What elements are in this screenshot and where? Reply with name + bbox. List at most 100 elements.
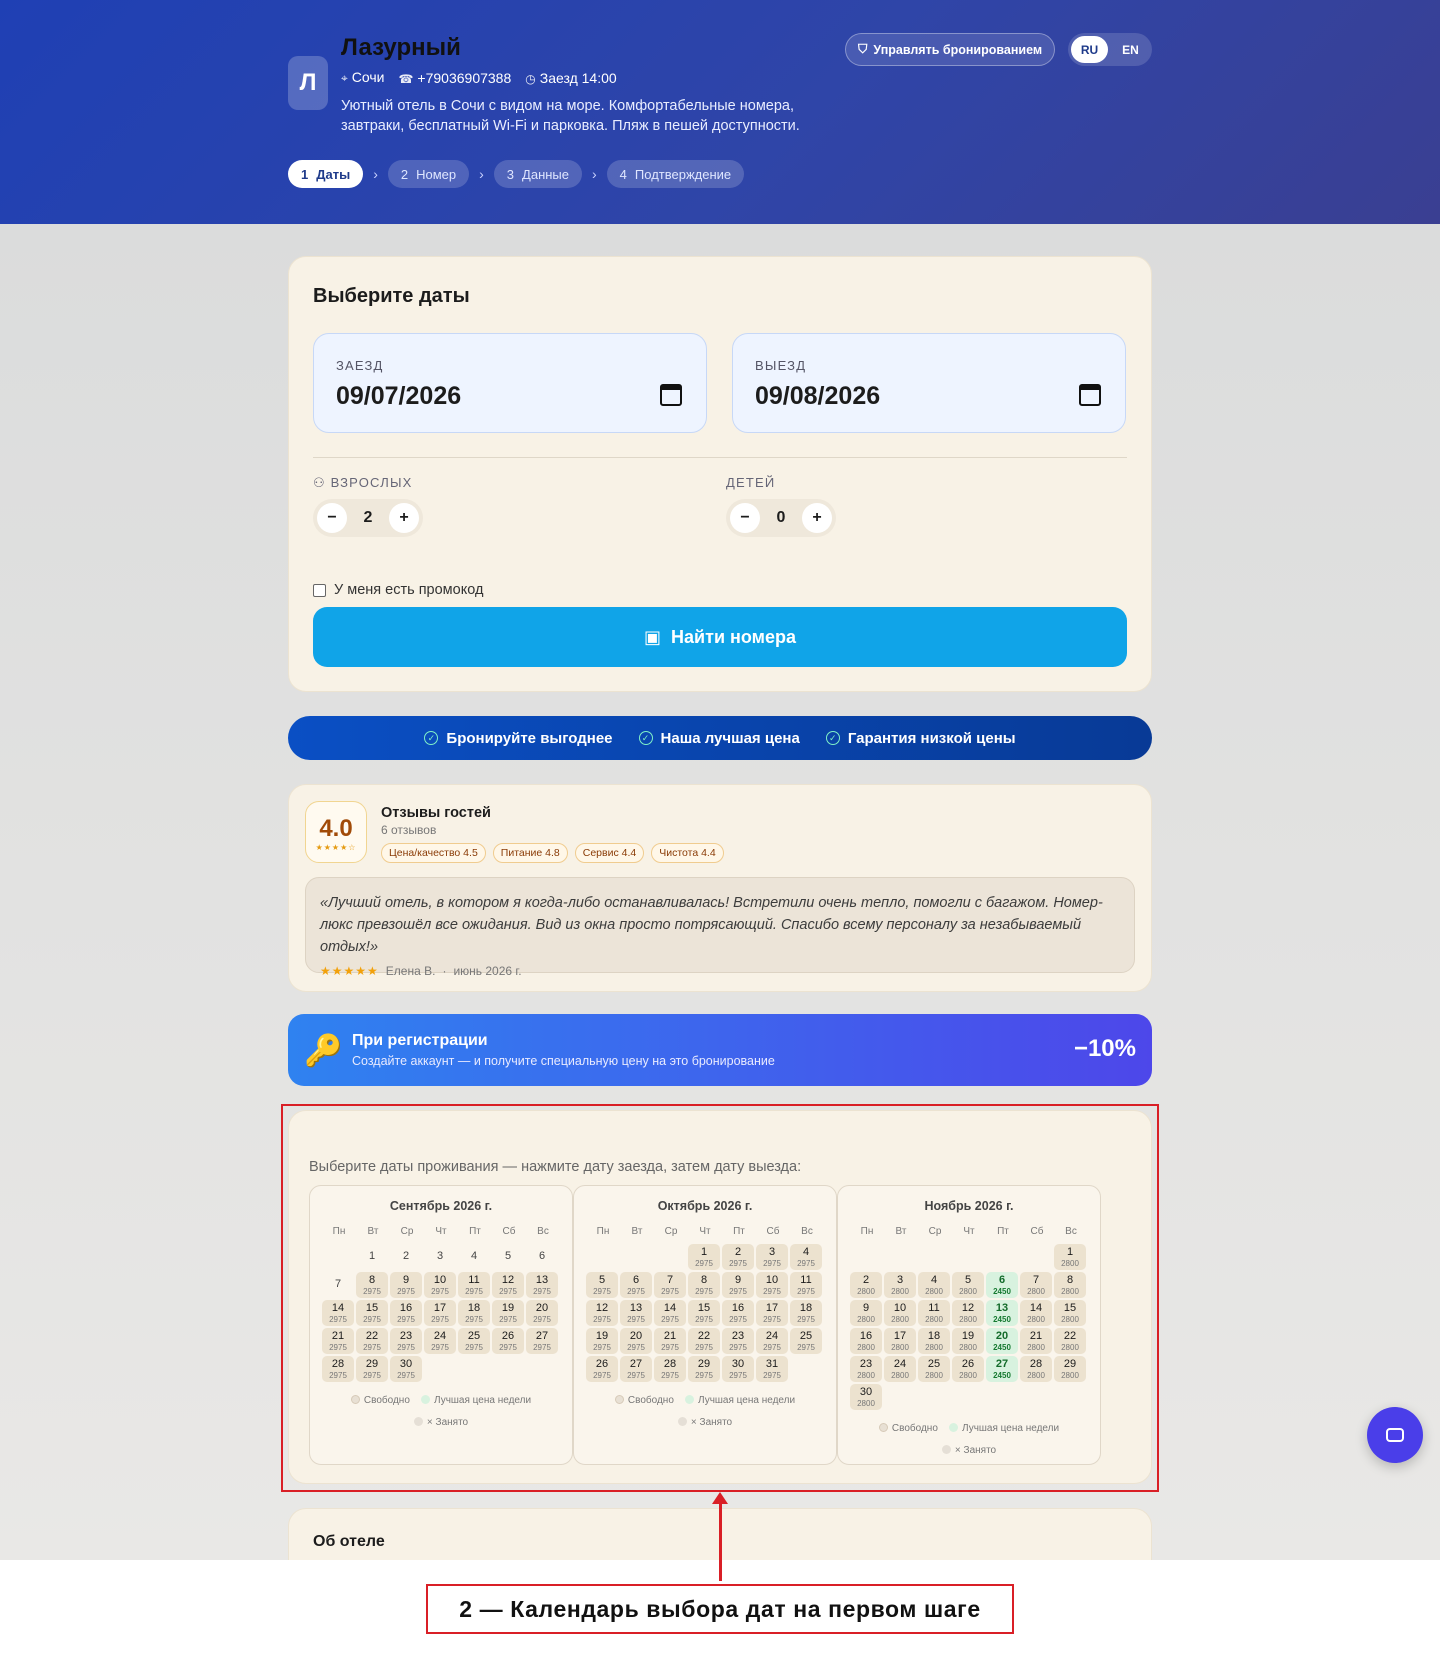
review-tags: Цена/качество 4.5 Питание 4.8 Сервис 4.4… (381, 843, 724, 863)
language-en[interactable]: EN (1112, 36, 1149, 63)
checkin-value[interactable]: 09/07/2026 (336, 382, 461, 411)
promo-checkbox[interactable] (313, 583, 326, 597)
manage-booking-label: Управлять бронированием (873, 42, 1043, 57)
rating-score: 4.0 ★★★★☆ (305, 801, 367, 863)
people-icon: ⚇ (313, 475, 331, 490)
review-author-line: ★★★★★ Елена В. · июнь 2026 г. (320, 964, 1120, 978)
calendar-icon: ▣ (644, 626, 662, 647)
review-author: Елена В. (385, 964, 436, 978)
manage-booking-button[interactable]: ⛉ Управлять бронированием (845, 33, 1056, 66)
review-stars: ★★★★★ (320, 964, 379, 978)
review-separator: · (442, 964, 447, 978)
benefit-label: Наша лучшая цена (660, 729, 800, 747)
review-tag: Сервис 4.4 (574, 843, 645, 863)
promo-title: При регистрации (352, 1032, 488, 1049)
chat-icon (1386, 1428, 1404, 1442)
check-circle-icon: ✓ (825, 731, 840, 745)
location-icon: ⌖ (341, 71, 348, 85)
reviews-card: 4.0 ★★★★☆ Отзывы гостей 6 отзывов Цена/к… (288, 784, 1152, 992)
checkout-label: ВЫЕЗД (755, 358, 807, 373)
language-switcher: RU EN (1068, 33, 1152, 66)
find-rooms-button[interactable]: ▣ Найти номера (313, 607, 1127, 667)
review-date: июнь 2026 г. (453, 964, 522, 978)
step-label: Подтверждение (634, 166, 732, 182)
chevron-right-icon: › (373, 166, 378, 182)
calendar-icon[interactable] (660, 384, 682, 406)
shield-icon: ⛉ (858, 42, 868, 56)
reviews-title: Отзывы гостей (381, 805, 491, 821)
booking-steps: 1 Даты › 2 Номер › 3 Данные › 4 Подтверждени… (288, 160, 745, 188)
review-tag: Чистота 4.4 (651, 843, 724, 863)
benefit-label: Бронируйте выгоднее (446, 729, 613, 747)
step-label: Даты (316, 166, 351, 182)
annotation-arrow-line (719, 1501, 722, 1581)
benefit-item: ✓ Гарантия низкой цены (825, 729, 1016, 747)
step-details[interactable]: 3 Данные (493, 160, 582, 188)
chevron-right-icon: › (479, 166, 484, 182)
children-decrement-button[interactable]: − (730, 503, 760, 533)
review-text: «Лучший отель, в котором я когда-либо ос… (320, 895, 1103, 955)
benefit-item: ✓ Наша лучшая цена (638, 729, 800, 747)
rating-value: 4.0 (319, 815, 353, 842)
registration-promo-banner[interactable]: 🔑 При регистрации Создайте аккаунт — и п… (288, 1014, 1152, 1086)
checkout-date-field[interactable]: ВЫЕЗД 09/08/2026 (732, 333, 1126, 433)
divider (313, 457, 1127, 458)
review-quote: «Лучший отель, в котором я когда-либо ос… (305, 877, 1135, 978)
hotel-name: Лазурный (341, 34, 461, 61)
checkin-label: ЗАЕЗД (336, 358, 384, 373)
benefit-item: ✓ Бронируйте выгоднее (424, 729, 613, 747)
step-number: 1 (301, 166, 309, 182)
hotel-phone[interactable]: ☎ +79036907388 (398, 70, 511, 86)
checkin-time-label: Заезд 14:00 (539, 69, 617, 86)
promo-code-option[interactable]: У меня есть промокод (313, 582, 483, 598)
step-confirmation[interactable]: 4 Подтверждение (606, 160, 745, 188)
find-rooms-label: Найти номера (671, 626, 796, 647)
annotation-caption: 2 — Календарь выбора дат на первом шаге (426, 1584, 1014, 1634)
adults-value: 2 (363, 509, 373, 526)
adults-stepper: − 2 + (313, 499, 423, 537)
hotel-avatar: Л (288, 56, 328, 110)
search-title: Выберите даты (313, 285, 470, 307)
adults-label-text: ВЗРОСЛЫХ (330, 475, 413, 490)
hotel-description: Уютный отель в Сочи с видом на море. Ком… (341, 98, 800, 134)
chat-button[interactable] (1367, 1407, 1423, 1463)
review-tag: Питание 4.8 (492, 843, 568, 863)
step-label: Данные (522, 166, 569, 182)
children-increment-button[interactable]: + (802, 503, 832, 533)
step-room[interactable]: 2 Номер (387, 160, 470, 188)
adults-decrement-button[interactable]: − (317, 503, 347, 533)
chevron-right-icon: › (592, 166, 597, 182)
phone-icon: ☎ (398, 71, 414, 86)
phone-label[interactable]: +79036907388 (417, 70, 511, 86)
checkin-date-field[interactable]: ЗАЕЗД 09/07/2026 (313, 333, 707, 433)
check-circle-icon: ✓ (638, 731, 653, 745)
promo-text: Создайте аккаунт — и получите специальну… (352, 1054, 775, 1068)
adults-increment-button[interactable]: + (389, 503, 419, 533)
checkout-value[interactable]: 09/08/2026 (755, 382, 880, 411)
children-stepper: − 0 + (726, 499, 836, 537)
promo-label: У меня есть промокод (334, 582, 484, 598)
language-ru[interactable]: RU (1071, 36, 1108, 63)
promo-discount: −10% (1073, 1035, 1136, 1062)
step-number: 2 (400, 166, 409, 182)
calendar-icon[interactable] (1079, 384, 1101, 406)
step-number: 3 (506, 166, 515, 182)
hotel-meta: ⌖ Сочи ☎ +79036907388 ◷ Заезд 14:00 (341, 69, 617, 86)
step-label: Номер (416, 166, 457, 182)
key-icon: 🔑 (304, 1033, 343, 1068)
adults-label: ⚇ ВЗРОСЛЫХ (313, 475, 413, 491)
reviews-count: 6 отзывов (381, 823, 437, 837)
check-circle-icon: ✓ (424, 731, 439, 745)
date-search-card: Выберите даты ЗАЕЗД 09/07/2026 ВЫЕЗД 09/… (288, 256, 1152, 692)
benefit-label: Гарантия низкой цены (847, 729, 1016, 747)
rating-stars: ★★★★☆ (315, 843, 357, 852)
step-dates[interactable]: 1 Даты (288, 160, 364, 188)
children-label: ДЕТЕЙ (726, 475, 776, 490)
clock-icon: ◷ (525, 71, 536, 86)
children-value: 0 (776, 509, 786, 526)
annotation-highlight-box (281, 1104, 1159, 1492)
city-label: Сочи (351, 69, 385, 85)
benefits-bar: ✓ Бронируйте выгоднее ✓ Наша лучшая цена ✓… (288, 716, 1152, 760)
about-title: Об отеле (313, 1533, 385, 1550)
review-tag: Цена/качество 4.5 (381, 843, 486, 863)
